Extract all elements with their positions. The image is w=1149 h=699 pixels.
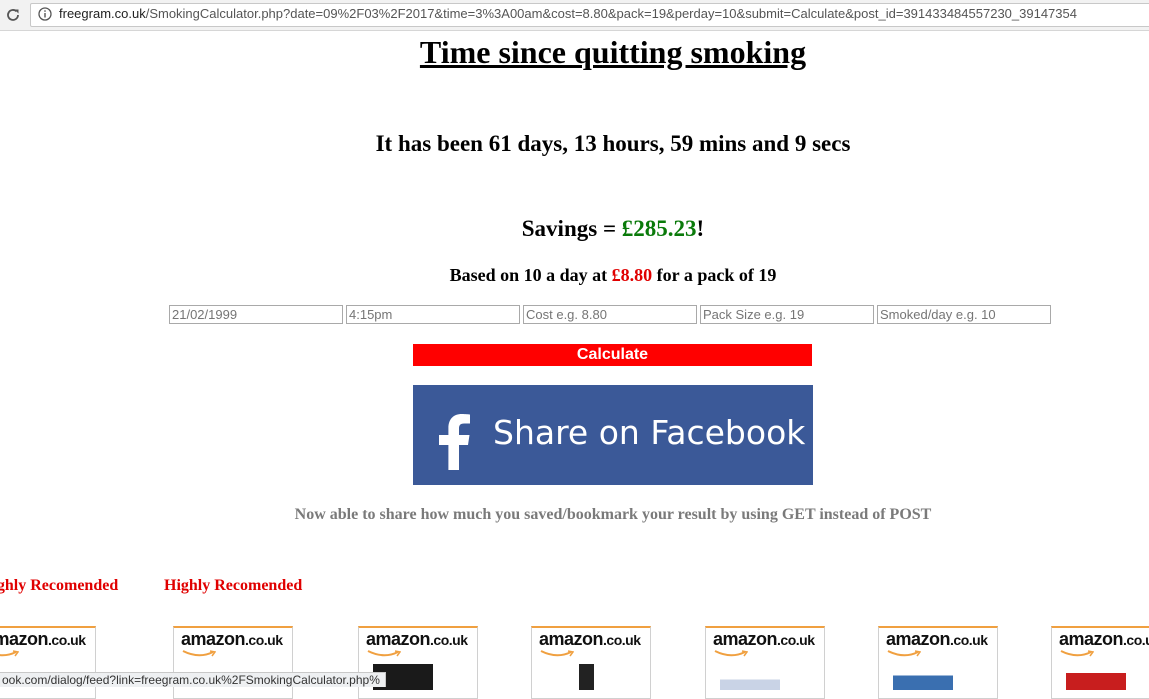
calculation-basis: Based on 10 a day at £8.80 for a pack of… (0, 265, 1149, 286)
amazon-smile-icon (0, 650, 19, 657)
amazon-ad[interactable]: amazon.co.uk (878, 626, 998, 699)
savings-label: Savings = (521, 216, 622, 241)
amazon-logo: amazon.co.uk (1059, 629, 1149, 649)
product-image (893, 664, 953, 690)
calculator-form (169, 305, 1054, 326)
share-on-facebook-button[interactable]: Share on Facebook (413, 385, 813, 485)
savings-suffix: ! (696, 216, 705, 241)
browser-toolbar: freegram.co.uk/SmokingCalculator.php?dat… (0, 0, 1149, 31)
get-note: Now able to share how much you saved/boo… (294, 506, 932, 523)
basis-suffix: for a pack of 19 (652, 265, 777, 285)
address-bar[interactable]: freegram.co.uk/SmokingCalculator.php?dat… (30, 3, 1149, 27)
amazon-ad[interactable]: amazon.co.uk (358, 626, 478, 699)
amazon-logo: amazon.co.uk (539, 629, 641, 649)
amazon-ad[interactable]: amazon.co.uk (0, 626, 96, 699)
pack-price: £8.80 (611, 265, 653, 285)
smoked-per-day-input[interactable] (877, 305, 1051, 324)
amazon-logo: amazon.co.uk (181, 629, 283, 649)
url-text: freegram.co.uk/SmokingCalculator.php?dat… (59, 6, 1077, 21)
amazon-ad[interactable]: amazon.co.uk (1051, 626, 1149, 699)
product-image (720, 664, 780, 690)
amazon-logo: amazon.co.uk (0, 629, 86, 649)
amazon-logo: amazon.co.uk (713, 629, 815, 649)
amazon-smile-icon (182, 650, 216, 657)
time-input[interactable] (346, 305, 520, 324)
amazon-ad[interactable]: amazon.co.uk (531, 626, 651, 699)
amazon-smile-icon (540, 650, 574, 657)
url-path: /SmokingCalculator.php?date=09%2F03%2F20… (145, 6, 1077, 21)
amazon-ad[interactable]: amazon.co.uk (173, 626, 293, 699)
basis-prefix: Based on 10 a day at (449, 265, 612, 285)
pack-size-input[interactable] (700, 305, 874, 324)
info-icon[interactable] (38, 7, 52, 21)
reload-icon[interactable] (4, 6, 22, 24)
amazon-smile-icon (367, 650, 401, 657)
savings-amount: £285.23 (621, 216, 697, 241)
amazon-logo: amazon.co.uk (366, 629, 468, 649)
amazon-logo: amazon.co.uk (886, 629, 988, 649)
amazon-ad[interactable]: amazon.co.uk (705, 626, 825, 699)
calculate-button[interactable]: Calculate (413, 344, 812, 366)
recommended-heading: Highly Recomended (164, 577, 303, 594)
savings-line: Savings = £285.23! (0, 216, 1149, 242)
date-input[interactable] (169, 305, 343, 324)
amazon-smile-icon (1060, 650, 1094, 657)
recommended-heading: Highly Recomended (0, 577, 119, 594)
facebook-share-label: Share on Facebook (493, 413, 806, 452)
cost-input[interactable] (523, 305, 697, 324)
product-image (546, 664, 606, 690)
product-image (1066, 664, 1126, 690)
amazon-smile-icon (887, 650, 921, 657)
amazon-smile-icon (714, 650, 748, 657)
url-host: freegram.co.uk (59, 6, 146, 21)
page-title: Time since quitting smoking (419, 34, 807, 70)
elapsed-time: It has been 61 days, 13 hours, 59 mins a… (375, 131, 851, 156)
facebook-f-icon (439, 414, 470, 470)
